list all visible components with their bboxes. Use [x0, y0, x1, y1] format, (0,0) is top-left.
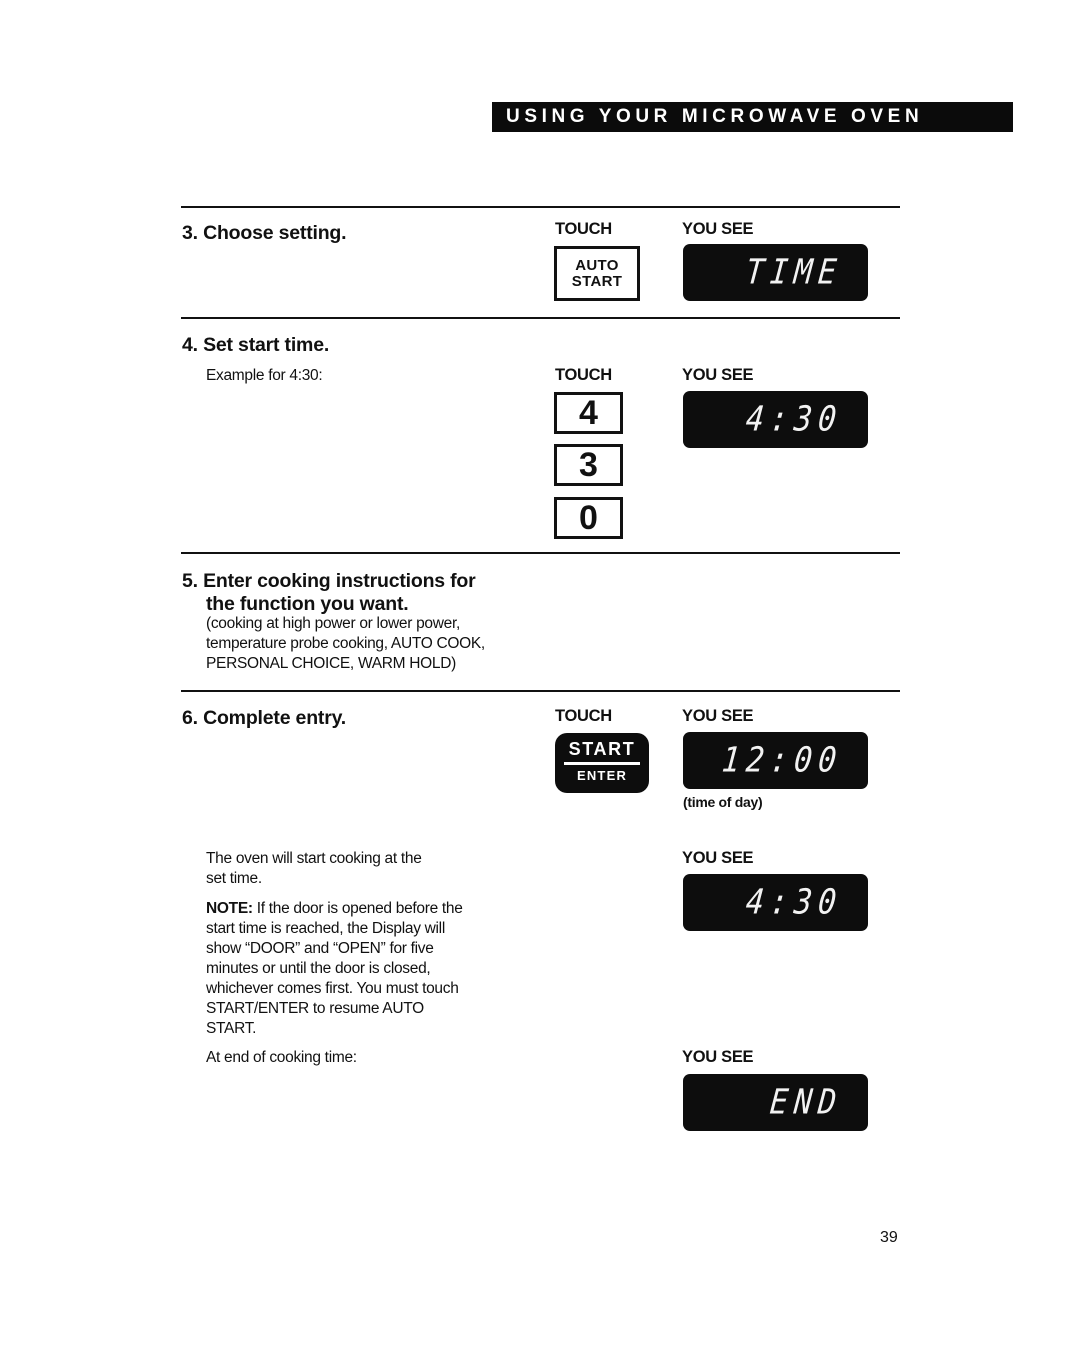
divider — [181, 317, 900, 319]
touch-header: TOUCH — [555, 707, 612, 725]
you-see-header: YOU SEE — [682, 1048, 754, 1066]
page-number: 39 — [880, 1229, 898, 1246]
touch-header: TOUCH — [555, 220, 612, 238]
step-number: 6. — [182, 707, 198, 729]
you-see-header: YOU SEE — [682, 366, 754, 384]
you-see-header: YOU SEE — [682, 707, 754, 725]
text-line: set time. — [206, 870, 262, 887]
display-readout: TIME — [743, 252, 844, 293]
start-enter-key[interactable]: START ENTER — [555, 733, 649, 793]
description-line: PERSONAL CHOICE, WARM HOLD) — [206, 655, 456, 672]
divider — [181, 690, 900, 692]
step-number: 4. — [182, 334, 198, 356]
step-number: 5. — [182, 570, 198, 592]
text-line: minutes or until the door is closed, — [206, 960, 431, 977]
step-number: 3. — [182, 222, 198, 244]
text-line: whichever comes first. You must touch — [206, 980, 459, 997]
display-caption: (time of day) — [683, 794, 763, 810]
divider — [181, 206, 900, 208]
auto-start-key[interactable]: AUTO START — [554, 246, 640, 301]
display-readout: END — [767, 1082, 844, 1123]
key-label: AUTO — [575, 256, 619, 274]
display-start-time: 4:30 — [683, 874, 868, 931]
step-title-text: Enter cooking instructions for — [203, 570, 476, 592]
key-divider — [564, 762, 640, 765]
text-line: start time is reached, the Display will — [206, 920, 445, 937]
step-5-title: 5. Enter cooking instructions for the fu… — [182, 570, 476, 616]
key-3[interactable]: 3 — [554, 444, 623, 486]
text-line: The oven will start cooking at the — [206, 850, 422, 867]
step-5-description: (cooking at high power or lower power, t… — [206, 614, 485, 674]
divider — [181, 552, 900, 554]
you-see-header: YOU SEE — [682, 849, 754, 867]
touch-header: TOUCH — [555, 366, 612, 384]
step-title-text: the function you want. — [206, 593, 409, 615]
start-text: The oven will start cooking at the set t… — [206, 849, 422, 889]
display-time-of-day: 12:00 — [683, 732, 868, 789]
display-readout: 4:30 — [743, 882, 844, 923]
section-banner: USING YOUR MICROWAVE OVEN — [492, 102, 1013, 132]
step-title-text: Choose setting. — [203, 222, 347, 244]
you-see-header: YOU SEE — [682, 220, 754, 238]
display-end: END — [683, 1074, 868, 1131]
key-label: ENTER — [576, 768, 628, 783]
description-line: (cooking at high power or lower power, — [206, 615, 460, 632]
display-readout: 12:00 — [719, 740, 844, 781]
key-label: START — [571, 272, 623, 290]
step-4-title: 4. Set start time. — [182, 334, 329, 357]
text-line: START. — [206, 1020, 257, 1037]
display-time: TIME — [683, 244, 868, 301]
step-title-text: Set start time. — [203, 334, 330, 356]
display-readout: 4:30 — [743, 399, 844, 440]
note-label: NOTE: — [206, 900, 253, 917]
key-label: START — [568, 739, 636, 759]
step-title-text: Complete entry. — [203, 707, 347, 729]
display-430: 4:30 — [683, 391, 868, 448]
step-6-title: 6. Complete entry. — [182, 707, 346, 730]
text-line: show “DOOR” and “OPEN” for five — [206, 940, 434, 957]
step-3-title: 3. Choose setting. — [182, 222, 347, 245]
description-line: temperature probe cooking, AUTO COOK, — [206, 635, 485, 652]
key-0[interactable]: 0 — [554, 497, 623, 539]
end-text: At end of cooking time: — [206, 1049, 357, 1066]
text-line: If the door is opened before the — [252, 900, 463, 917]
text-line: START/ENTER to resume AUTO — [206, 1000, 424, 1017]
example-text: Example for 4:30: — [206, 367, 323, 384]
note-text: NOTE: If the door is opened before the s… — [206, 899, 463, 1039]
key-4[interactable]: 4 — [554, 392, 623, 434]
